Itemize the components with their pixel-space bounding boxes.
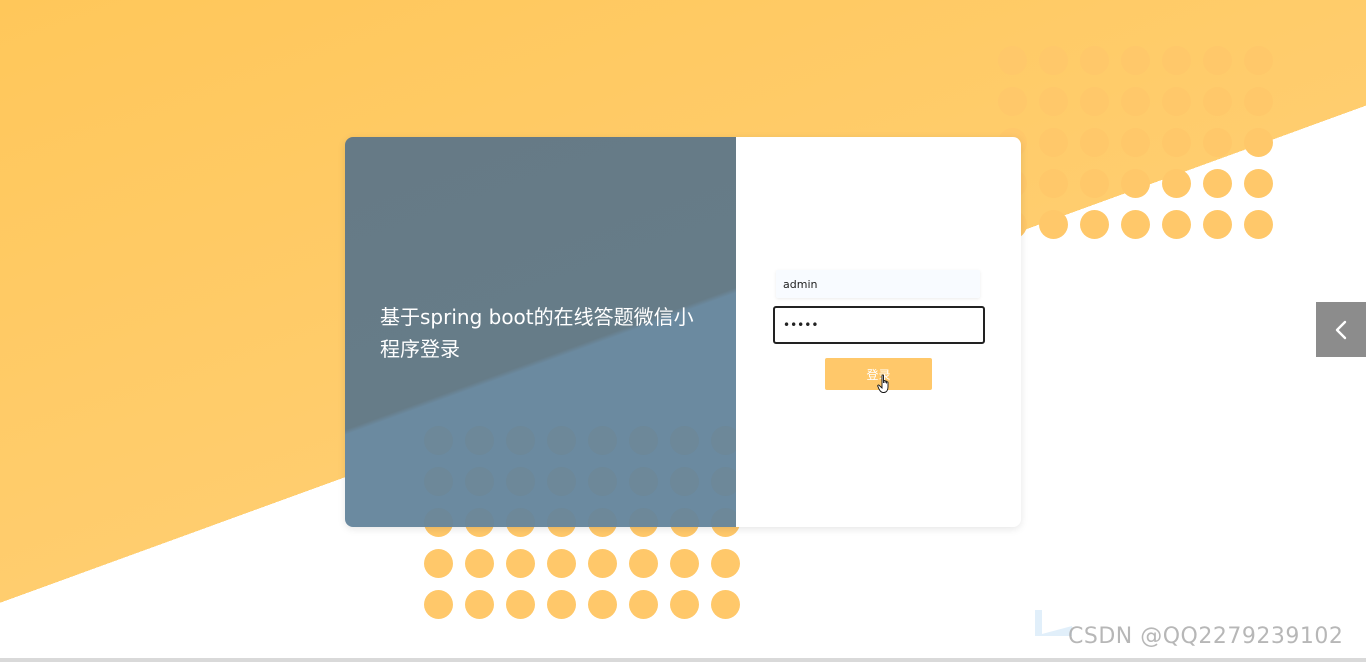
bottom-border — [0, 658, 1366, 662]
login-card-banner: 基于spring boot的在线答题微信小程序登录 — [345, 137, 736, 527]
hand-pointer-icon — [877, 374, 889, 393]
watermark-text: CSDN @QQ2279239102 — [1068, 624, 1344, 649]
login-form: 登录 — [736, 137, 1021, 527]
login-title: 基于spring boot的在线答题微信小程序登录 — [380, 305, 694, 361]
login-card: 基于spring boot的在线答题微信小程序登录 登录 — [345, 137, 1021, 527]
username-input[interactable] — [776, 270, 980, 298]
decorative-dots-top — [992, 40, 1279, 245]
banner-decorative-dots — [418, 420, 736, 527]
chevron-left-icon — [1335, 320, 1347, 339]
password-input[interactable] — [773, 306, 985, 344]
collapse-side-tab[interactable] — [1316, 302, 1366, 357]
